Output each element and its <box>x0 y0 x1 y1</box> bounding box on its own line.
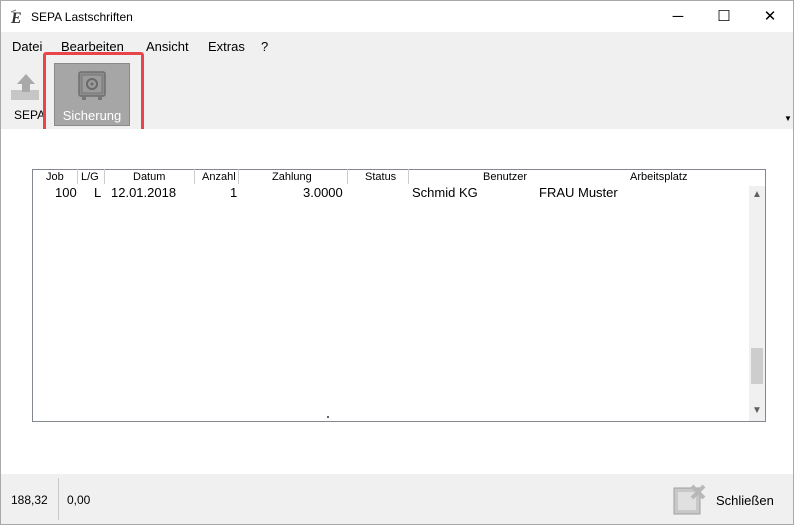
column-divider <box>408 169 409 184</box>
column-header-status[interactable]: Status <box>365 171 396 183</box>
menu-extras[interactable]: Extras <box>208 39 245 54</box>
ribbon-collapse-icon[interactable]: ▼ <box>784 114 792 123</box>
title-bar: E SEPA Lastschriften ─ ☐ ✕ <box>1 1 793 32</box>
minimize-button[interactable]: ─ <box>655 1 701 32</box>
cell-arbeitsplatz: FRAU Muster <box>539 185 618 200</box>
column-header-benutzer[interactable]: Benutzer <box>483 171 527 183</box>
column-divider <box>238 169 239 184</box>
cell-lg: L <box>94 185 102 200</box>
resize-dot <box>327 416 329 418</box>
window-title: SEPA Lastschriften <box>31 10 133 24</box>
upload-icon <box>11 74 39 100</box>
status-value-mid: 0,00 <box>67 493 91 507</box>
menu-ansicht[interactable]: Ansicht <box>146 39 189 54</box>
sepa-label: SEPA <box>14 108 46 122</box>
column-header-job[interactable]: Job <box>46 171 64 183</box>
schliessen-label: Schließen <box>716 493 774 508</box>
column-header-datum[interactable]: Datum <box>133 171 165 183</box>
svg-text:E: E <box>10 10 22 26</box>
close-x-icon <box>673 484 706 515</box>
cell-datum: 12.01.2018 <box>111 185 177 200</box>
column-divider <box>104 169 105 184</box>
cell-zahlung: 3.0000 <box>303 185 343 200</box>
jobs-table <box>32 169 766 422</box>
column-header-anzahl[interactable]: Anzahl <box>202 171 236 183</box>
column-header-lg[interactable]: L/G <box>81 171 99 183</box>
highlight-frame <box>43 52 144 136</box>
main-window: E SEPA Lastschriften ─ ☐ ✕ Datei Bearbei… <box>0 0 794 525</box>
column-divider <box>194 169 195 184</box>
scroll-thumb[interactable] <box>751 348 763 384</box>
cell-job: 100 <box>55 185 77 200</box>
app-logo-icon: E <box>10 9 22 26</box>
maximize-button[interactable]: ☐ <box>701 1 747 32</box>
status-divider <box>58 478 59 520</box>
column-divider <box>77 169 78 184</box>
scroll-down-icon[interactable]: ▼ <box>749 405 765 416</box>
menu-help[interactable]: ? <box>261 39 268 54</box>
menu-datei[interactable]: Datei <box>12 39 42 54</box>
column-divider <box>347 169 348 184</box>
cell-anzahl: 1 <box>230 185 238 200</box>
status-value-left: 188,32 <box>11 493 48 507</box>
column-header-zahlung[interactable]: Zahlung <box>272 171 312 183</box>
scroll-up-icon[interactable]: ▲ <box>749 189 765 200</box>
vertical-scrollbar[interactable]: ▲ ▼ <box>749 186 765 421</box>
close-window-button[interactable]: ✕ <box>747 1 793 32</box>
column-header-arbeitsplatz[interactable]: Arbeitsplatz <box>630 171 687 183</box>
cell-benutzer: Schmid KG <box>412 185 478 200</box>
